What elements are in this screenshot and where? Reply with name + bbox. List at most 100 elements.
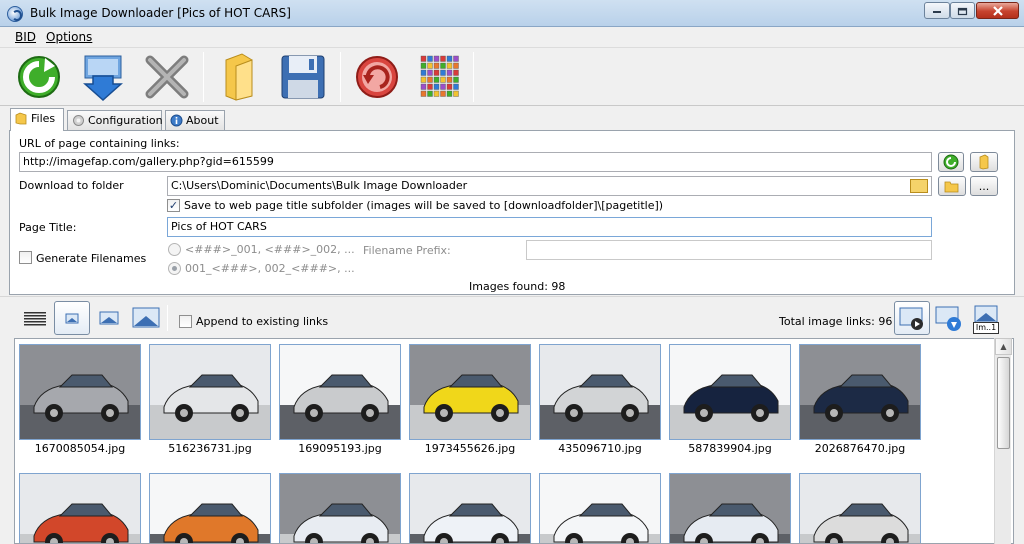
image-thumbnail[interactable] [669, 344, 791, 440]
files-panel: URL of page containing links: http://ima… [9, 130, 1015, 295]
tab-files-label: Files [31, 112, 56, 125]
url-label: URL of page containing links: [19, 137, 180, 150]
browse-folder-icon[interactable] [910, 179, 928, 193]
large-thumbnails-button[interactable] [128, 301, 164, 335]
thumbnail-grid-button[interactable] [413, 50, 467, 104]
small-thumbnails-button[interactable] [54, 301, 90, 335]
image-thumbnail[interactable] [409, 473, 531, 543]
gallery-scrollbar[interactable]: ▲ [994, 338, 1012, 544]
image-thumbnail[interactable] [279, 344, 401, 440]
image-thumbnail[interactable] [149, 344, 271, 440]
app-logo-icon [7, 6, 23, 22]
folder-icon [979, 154, 989, 170]
download-button[interactable] [76, 50, 130, 104]
image-thumbnail[interactable] [799, 344, 921, 440]
refresh-button[interactable] [12, 50, 66, 104]
image-thumbnail[interactable] [539, 344, 661, 440]
view-separator [167, 305, 168, 331]
subfolder-checkbox[interactable]: ✓ [167, 199, 180, 212]
image-thumbnail[interactable] [19, 344, 141, 440]
image-thumbnail[interactable] [799, 473, 921, 543]
folder-icon [15, 112, 27, 125]
toolbar-separator [203, 52, 204, 102]
thumbnail-filename: 587839904.jpg [688, 442, 772, 455]
menu-options[interactable]: Options [46, 30, 92, 44]
append-links-label: Append to existing links [196, 315, 329, 328]
list-lines-icon [24, 312, 46, 326]
gray-x-icon [145, 55, 189, 99]
scroll-up-button[interactable]: ▲ [995, 338, 1012, 355]
tab-files[interactable]: Files [10, 108, 64, 131]
filename-prefix-input[interactable] [526, 240, 932, 260]
car-photo-icon [150, 345, 270, 439]
image-thumbnail[interactable] [539, 473, 661, 543]
car-photo-icon [670, 345, 790, 439]
open-download-folder-button[interactable] [938, 176, 966, 196]
open-folder-button[interactable] [212, 50, 266, 104]
thumbnail-filename: 1670085054.jpg [34, 442, 126, 455]
save-button[interactable] [276, 50, 330, 104]
thumbnail-filename: 169095193.jpg [298, 442, 382, 455]
tab-configuration[interactable]: Configuration [67, 110, 163, 131]
stop-button[interactable] [140, 50, 194, 104]
menu-bid[interactable]: BID [15, 30, 36, 44]
tab-about[interactable]: About [165, 110, 225, 131]
generate-filenames-checkbox[interactable] [19, 251, 32, 264]
image-thumbnail[interactable] [19, 473, 141, 543]
scroll-thumb[interactable] [997, 357, 1010, 449]
image-thumbnail[interactable] [279, 473, 401, 543]
thumbnail-gallery[interactable]: 1670085054.jpg 516236731.jpg 169095193.jpg… [14, 338, 1014, 544]
naming-option-prefix: 001_<###>, 002_<###>, ... [185, 262, 355, 275]
download-selected-button[interactable] [931, 301, 967, 335]
car-photo-icon [540, 474, 660, 543]
green-refresh-icon [18, 56, 60, 98]
total-links-count: Total image links: 96 [779, 315, 893, 328]
images-found-count: Images found: 98 [469, 280, 566, 293]
minimize-button[interactable] [924, 2, 950, 19]
red-circle-arrow-icon [356, 56, 398, 98]
title-bar[interactable]: Bulk Image Downloader [Pics of HOT CARS] [0, 0, 1024, 27]
download-folder-input[interactable]: C:\Users\Dominic\Documents\Bulk Image Do… [167, 176, 932, 196]
menu-bar: BID Options [0, 27, 1024, 48]
close-icon [992, 5, 1003, 16]
open-url-folder-button[interactable] [970, 152, 998, 172]
generate-filenames-label: Generate Filenames [36, 252, 147, 265]
car-photo-icon [800, 345, 920, 439]
subfolder-label: Save to web page title subfolder (images… [184, 199, 664, 212]
image-download-icon [935, 306, 961, 331]
image-thumbnail[interactable] [669, 473, 791, 543]
tab-about-label: About [186, 114, 219, 127]
page-title-input[interactable]: Pics of HOT CARS [167, 217, 932, 237]
medium-thumbnails-button[interactable] [91, 301, 127, 335]
open-image-button[interactable]: Im..1 [968, 301, 1004, 335]
toolbar-separator [473, 52, 474, 102]
maximize-button[interactable] [950, 2, 975, 19]
blue-download-icon [83, 55, 123, 102]
naming-radio-suffix[interactable] [168, 243, 181, 256]
image-thumbnail[interactable] [409, 344, 531, 440]
url-input[interactable]: http://imagefap.com/gallery.php?gid=6155… [19, 152, 932, 172]
close-button[interactable] [976, 2, 1019, 19]
naming-option-suffix: <###>_001, <###>_002, ... [185, 243, 355, 256]
color-grid-icon [420, 55, 459, 97]
tab-strip: Files Configuration About [0, 108, 1024, 131]
append-links-checkbox[interactable] [179, 315, 192, 328]
app-window: Bulk Image Downloader [Pics of HOT CARS]… [0, 0, 1024, 544]
car-photo-icon [20, 474, 140, 543]
naming-radio-prefix[interactable] [168, 262, 181, 275]
toolbar-separator [340, 52, 341, 102]
car-photo-icon [150, 474, 270, 543]
undo-button[interactable] [350, 50, 404, 104]
car-photo-icon [280, 474, 400, 543]
queue-download-button[interactable] [894, 301, 930, 335]
window-title: Bulk Image Downloader [Pics of HOT CARS] [30, 6, 291, 20]
minimize-icon [933, 10, 941, 13]
view-toolbar: Append to existing links Total image lin… [0, 296, 1024, 338]
car-photo-icon [540, 345, 660, 439]
image-play-icon [899, 307, 923, 330]
browse-button[interactable]: ... [970, 176, 998, 196]
list-view-button[interactable] [17, 301, 53, 335]
image-thumbnail[interactable] [149, 473, 271, 543]
fetch-url-button[interactable] [938, 152, 964, 172]
folder-open-icon [944, 181, 959, 193]
